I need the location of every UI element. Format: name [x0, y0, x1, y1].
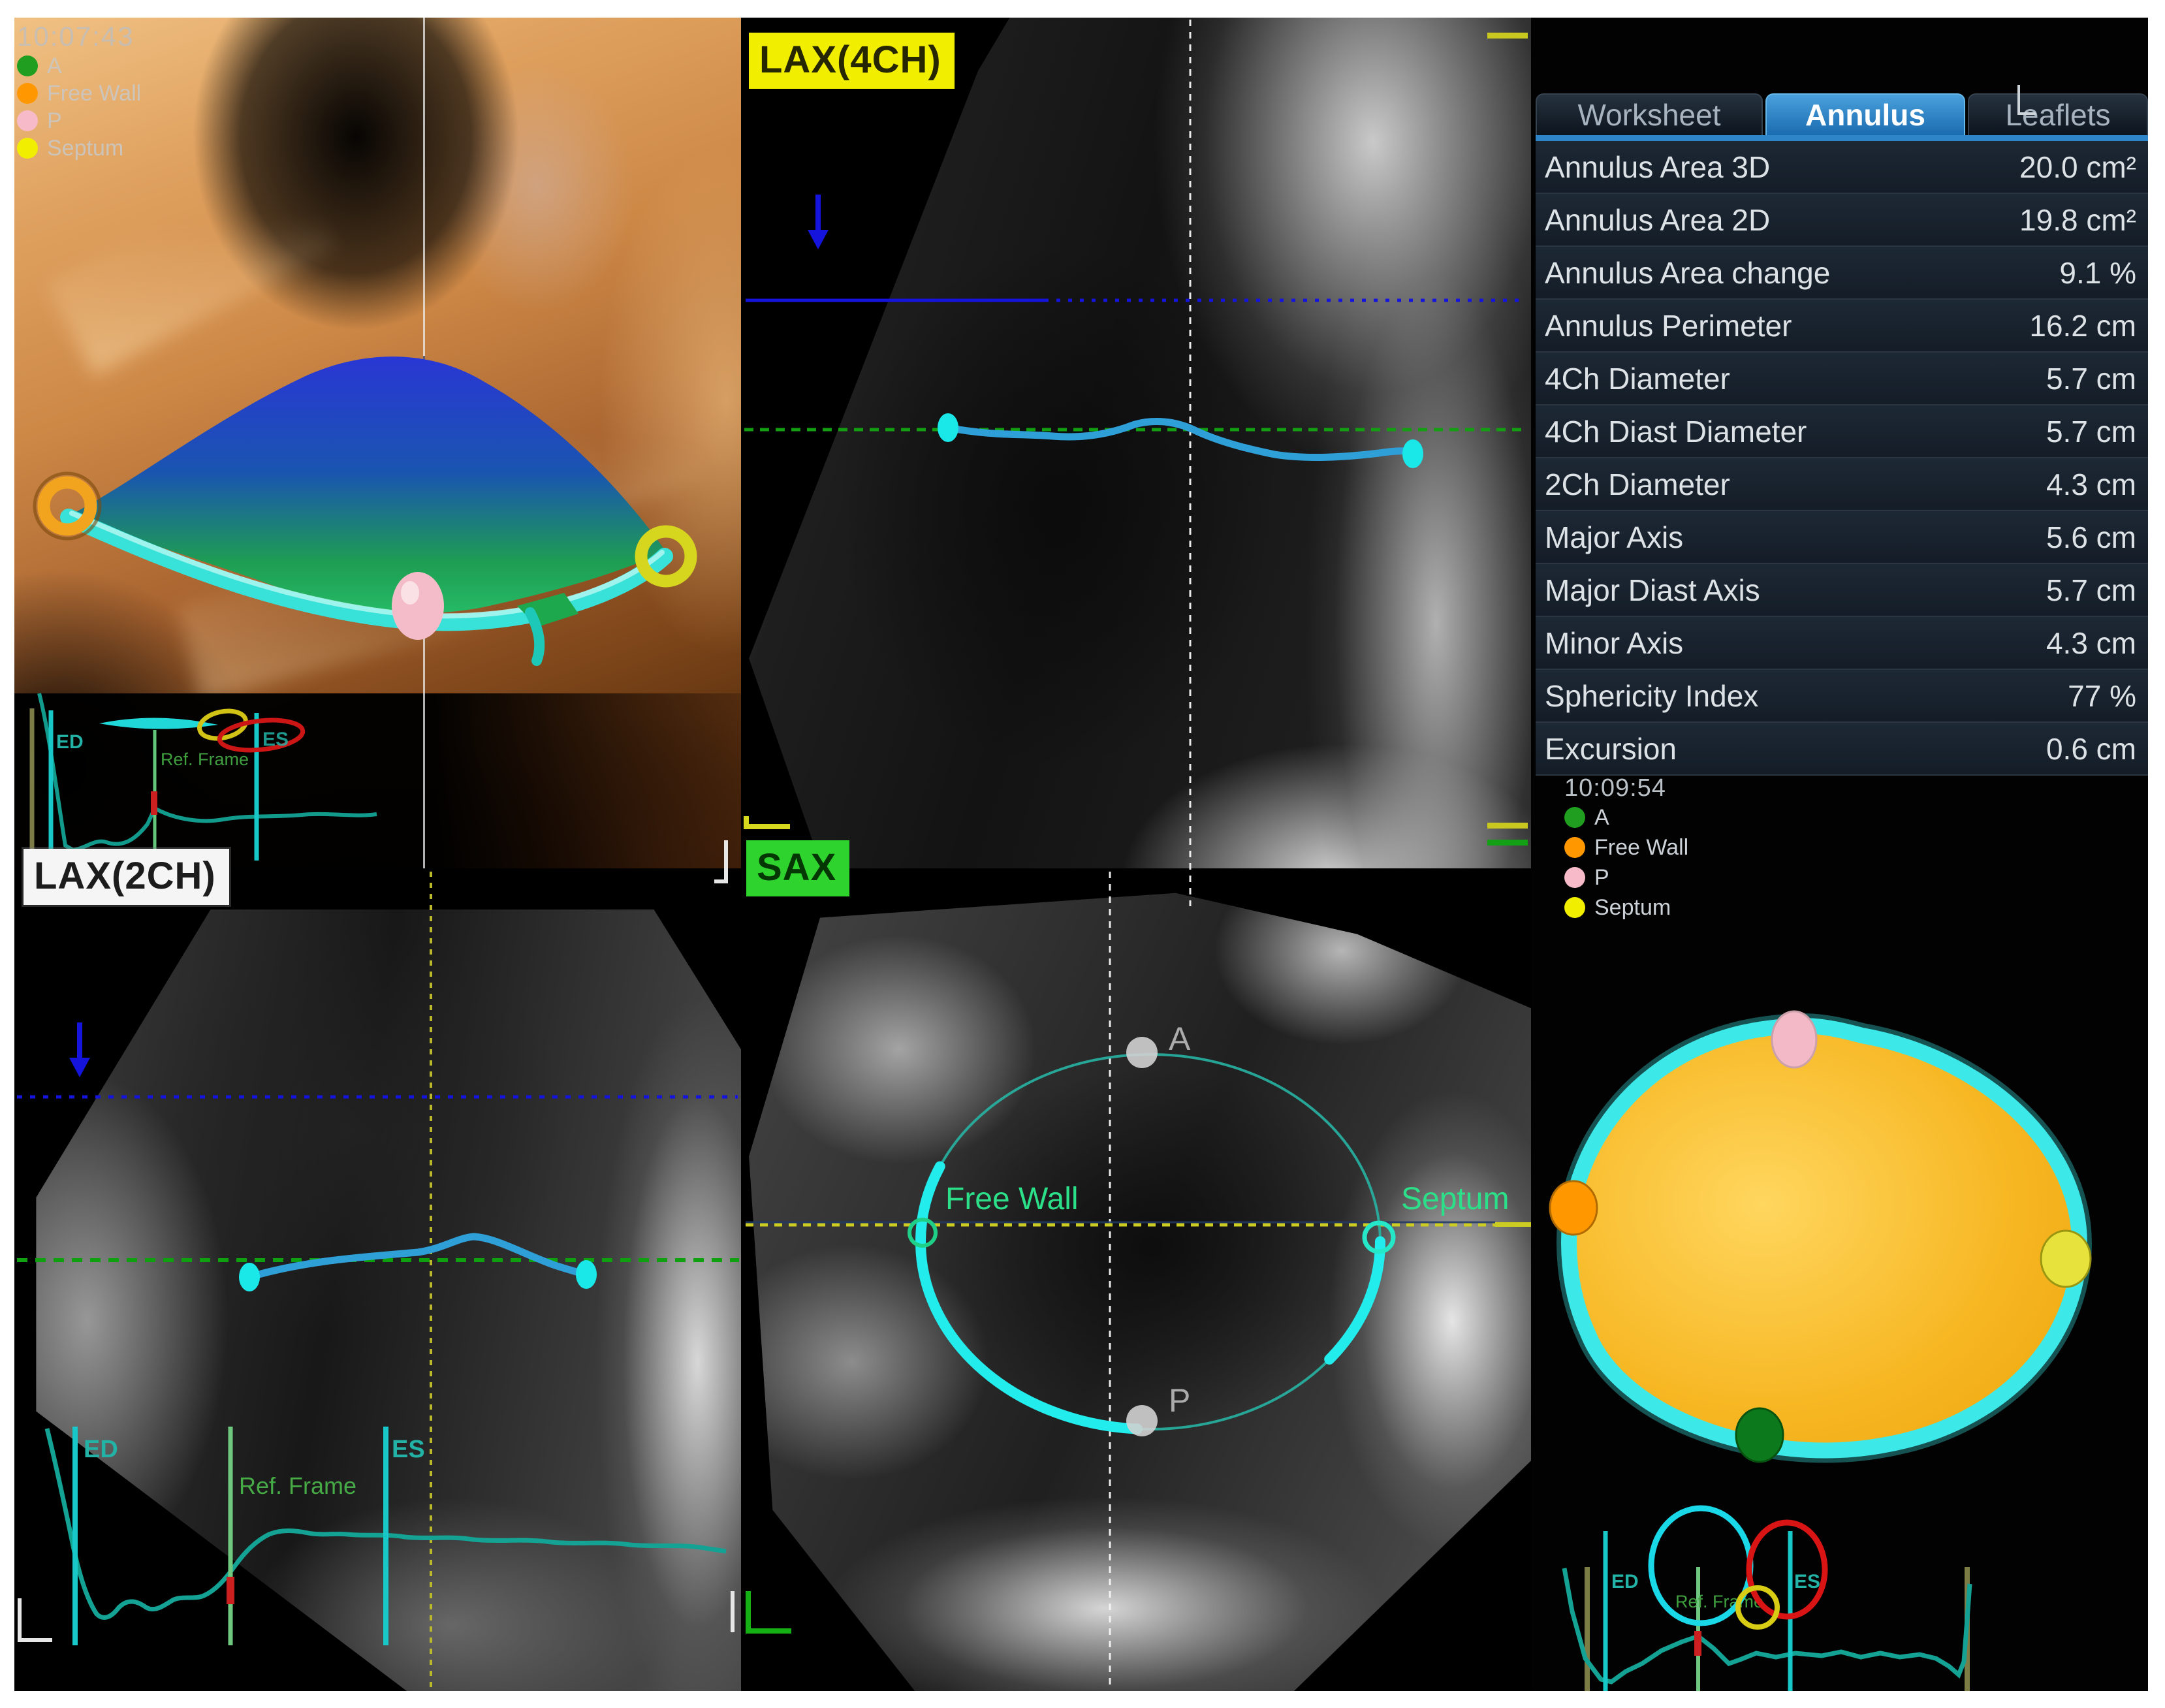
- results-tabs: Worksheet Annulus Leaflets: [1536, 93, 2148, 135]
- arrow-shaft: [815, 195, 821, 232]
- measurement-value: 4.3 cm: [2046, 467, 2148, 502]
- tab-annulus[interactable]: Annulus: [1765, 93, 1965, 135]
- measurement-label: Major Axis: [1536, 520, 1683, 555]
- tissue-ridge: [45, 155, 336, 376]
- yellow-align-dash: [1487, 33, 1528, 39]
- septum-color-dot: [1564, 897, 1585, 918]
- measurement-label: Annulus Area 2D: [1536, 202, 1770, 238]
- measurement-value: 5.6 cm: [2046, 520, 2148, 555]
- measurement-label: Excursion: [1536, 731, 1677, 767]
- arrow-head: [808, 230, 829, 249]
- free-wall-color-dot: [17, 83, 38, 104]
- measurement-row: 4Ch Diameter 5.7 cm: [1536, 353, 2148, 405]
- legend-item-septum: Septum: [1564, 893, 1688, 923]
- measurement-row: Annulus Area change 9.1 %: [1536, 247, 2148, 300]
- legend-item-septum: Septum: [17, 134, 141, 162]
- septum-color-dot: [17, 138, 38, 159]
- measurement-value: 5.7 cm: [2046, 361, 2148, 396]
- mouse-cursor-glyph: [2017, 85, 2036, 115]
- measurement-label: Major Diast Axis: [1536, 573, 1760, 608]
- measurement-table: Annulus Area 3D 20.0 cm² Annulus Area 2D 1…: [1536, 141, 2148, 776]
- acquisition-time: 10:07:43: [17, 21, 141, 52]
- legend-label: Free Wall: [1594, 835, 1688, 861]
- measurement-value: 0.6 cm: [2046, 731, 2148, 767]
- lax-4ch-panel[interactable]: [741, 18, 1531, 908]
- legend-item-free-wall: Free Wall: [1564, 832, 1688, 862]
- legend-label: Free Wall: [47, 81, 141, 106]
- measurement-value: 5.7 cm: [2046, 573, 2148, 608]
- measurement-label: Minor Axis: [1536, 625, 1683, 661]
- legend-item-p: P: [1564, 862, 1688, 893]
- measurement-row: Annulus Area 3D 20.0 cm²: [1536, 141, 2148, 194]
- measurement-row: Major Axis 5.6 cm: [1536, 511, 2148, 564]
- green-align-dash: [1487, 840, 1528, 846]
- a-color-dot: [17, 55, 38, 76]
- ultrasound-fan: [741, 18, 1531, 908]
- tab-underline: [1536, 135, 2148, 141]
- legend-label: Septum: [47, 136, 123, 161]
- legend-item-free-wall: Free Wall: [17, 80, 141, 107]
- p-color-dot: [17, 110, 38, 131]
- legend-label: P: [47, 108, 62, 134]
- echo-quant-screen: ED Ref. Frame ES ED Ref. Frame ES: [0, 0, 2165, 1708]
- legend-label: P: [1594, 865, 1609, 891]
- legend-item-a: A: [1564, 802, 1688, 832]
- measurement-value: 20.0 cm²: [2019, 150, 2148, 185]
- measurement-row: Minor Axis 4.3 cm: [1536, 617, 2148, 670]
- model-legend: 10:09:54 A Free Wall P Septum: [1564, 774, 1688, 923]
- p-color-dot: [1564, 867, 1585, 888]
- measurement-value: 4.3 cm: [2046, 625, 2148, 661]
- lax-2ch-panel[interactable]: [14, 868, 741, 1691]
- measurement-row: Sphericity Index 77 %: [1536, 670, 2148, 723]
- sax-panel[interactable]: [741, 868, 1531, 1691]
- measurement-row: Excursion 0.6 cm: [1536, 723, 2148, 776]
- legend-label: A: [1594, 805, 1609, 830]
- tissue-ridge: [176, 529, 492, 701]
- view-label-lax4ch: LAX(4CH): [749, 33, 955, 89]
- volume3d-legend: 10:07:43 A Free Wall P Septum: [17, 21, 141, 162]
- view-label-sax: SAX: [746, 840, 849, 896]
- slice-marker-arrow[interactable]: [808, 195, 829, 252]
- yellow-align-dash: [1487, 823, 1528, 829]
- mini-ecg-strip: [14, 693, 741, 868]
- acquisition-time: 10:09:54: [1564, 774, 1688, 802]
- measurement-label: Annulus Area 3D: [1536, 150, 1770, 185]
- legend-item-a: A: [17, 52, 141, 80]
- slice-marker-arrow[interactable]: [69, 1022, 90, 1080]
- arrow-shaft: [77, 1022, 82, 1060]
- legend-label: A: [47, 54, 62, 79]
- legend-item-p: P: [17, 107, 141, 134]
- measurement-row: Annulus Perimeter 16.2 cm: [1536, 300, 2148, 353]
- measurement-row: Major Diast Axis 5.7 cm: [1536, 564, 2148, 617]
- measurement-label: 4Ch Diast Diameter: [1536, 414, 1807, 449]
- measurement-label: Annulus Perimeter: [1536, 308, 1792, 343]
- a-color-dot: [1564, 807, 1585, 828]
- measurement-row: Annulus Area 2D 19.8 cm²: [1536, 194, 2148, 247]
- measurement-value: 77 %: [2068, 678, 2148, 714]
- tab-leaflets[interactable]: Leaflets: [1968, 93, 2148, 135]
- arrow-head: [69, 1058, 90, 1077]
- ultrasound-fan: [741, 868, 1531, 1691]
- measurement-value: 16.2 cm: [2029, 308, 2148, 343]
- measurement-label: 4Ch Diameter: [1536, 361, 1730, 396]
- measurement-value: 19.8 cm²: [2019, 202, 2148, 238]
- ultrasound-fan: [14, 868, 741, 1691]
- measurement-label: Annulus Area change: [1536, 255, 1830, 291]
- measurement-label: Sphericity Index: [1536, 678, 1758, 714]
- legend-label: Septum: [1594, 895, 1671, 921]
- view-label-lax2ch: LAX(2CH): [24, 849, 229, 905]
- measurement-label: 2Ch Diameter: [1536, 467, 1730, 502]
- measurement-value: 9.1 %: [2059, 255, 2148, 291]
- free-wall-color-dot: [1564, 837, 1585, 858]
- measurement-row: 4Ch Diast Diameter 5.7 cm: [1536, 405, 2148, 458]
- tab-worksheet[interactable]: Worksheet: [1536, 93, 1763, 135]
- measurement-value: 5.7 cm: [2046, 414, 2148, 449]
- measurement-row: 2Ch Diameter 4.3 cm: [1536, 458, 2148, 511]
